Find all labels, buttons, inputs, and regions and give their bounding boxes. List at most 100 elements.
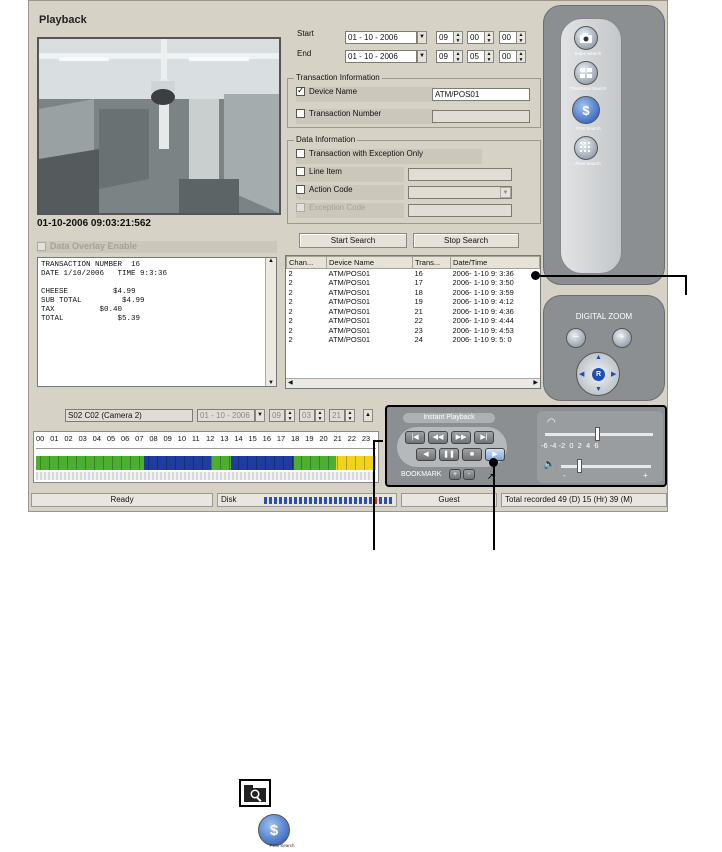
- reverse-play-button[interactable]: ◀: [416, 448, 436, 461]
- overlay-scrollbar[interactable]: ▲ ▼: [265, 258, 276, 386]
- zoom-reset-button[interactable]: R: [592, 368, 605, 381]
- pan-down-icon[interactable]: ▼: [595, 386, 602, 393]
- bookmark-remove-button[interactable]: -: [463, 469, 475, 480]
- transaction-number-checkbox[interactable]: [296, 109, 305, 119]
- timeline-hour-spinner[interactable]: ▲ ▼: [285, 409, 295, 422]
- timeline-min-spinner[interactable]: ▲ ▼: [315, 409, 325, 422]
- pan-left-icon[interactable]: ◀: [579, 370, 584, 378]
- zoom-out-button[interactable]: −: [566, 328, 586, 348]
- skip-start-button[interactable]: |◀: [405, 431, 425, 444]
- cell: 2: [288, 335, 293, 345]
- recording-tick: [265, 456, 266, 470]
- stop-button[interactable]: ■: [462, 448, 482, 461]
- bookmark-add-button[interactable]: +: [449, 469, 461, 480]
- start-search-button[interactable]: Start Search: [299, 233, 407, 248]
- timeline-min-field[interactable]: 03: [299, 409, 315, 422]
- action-code-select[interactable]: [408, 186, 512, 199]
- video-view[interactable]: [37, 37, 281, 215]
- transaction-number-input[interactable]: [432, 110, 530, 123]
- recording-tick: [67, 456, 68, 470]
- start-sec-field[interactable]: 00: [499, 31, 517, 44]
- table-row[interactable]: 2 ATM/POS01 24 2006- 1-10 9: 5: 0: [287, 335, 540, 345]
- speed-slider-thumb[interactable]: [595, 427, 600, 441]
- end-hour-field[interactable]: 09: [436, 50, 454, 63]
- device-name-input[interactable]: ATM/POS01: [432, 88, 530, 101]
- start-date-field[interactable]: 01 - 10 - 2006: [345, 31, 417, 44]
- table-row[interactable]: 2 ATM/POS01 17 2006- 1-10 9: 3:50: [287, 278, 540, 288]
- timeline-hour-label: 17: [276, 434, 286, 443]
- end-date-dropdown-icon[interactable]: ▼: [417, 50, 427, 63]
- volume-slider-thumb[interactable]: [577, 459, 582, 473]
- column-header-device[interactable]: Device Name: [326, 256, 413, 269]
- timeline-hour-label: 01: [50, 434, 59, 443]
- fast-forward-button[interactable]: ▶▶: [451, 431, 471, 444]
- timeline-date-field[interactable]: 01 - 10 - 2006: [197, 409, 255, 422]
- device-name-checkbox[interactable]: [296, 85, 305, 97]
- index-search-button[interactable]: [574, 26, 598, 50]
- end-sec-spinner[interactable]: ▲ ▼: [516, 50, 526, 63]
- recording-segment: [36, 456, 144, 470]
- line-item-input[interactable]: [408, 168, 512, 181]
- exception-code-checkbox[interactable]: [296, 203, 305, 213]
- column-header-channel[interactable]: Chan...: [286, 256, 327, 269]
- overlay-checkbox[interactable]: [37, 242, 46, 252]
- timeline-go-icon[interactable]: ▲: [363, 409, 373, 422]
- line-item-checkbox[interactable]: [296, 167, 305, 177]
- action-code-checkbox[interactable]: [296, 185, 305, 195]
- skip-end-button[interactable]: ▶|: [474, 431, 494, 444]
- recording-tick: [319, 456, 320, 470]
- end-min-field[interactable]: 05: [467, 50, 485, 63]
- column-header-transaction[interactable]: Trans...: [412, 256, 451, 269]
- column-header-datetime[interactable]: Date/Time: [450, 256, 540, 269]
- pan-right-icon[interactable]: ▶: [611, 370, 616, 378]
- start-hour-field[interactable]: 09: [436, 31, 454, 44]
- timeline-sec-spinner[interactable]: ▲ ▼: [345, 409, 355, 422]
- rewind-button[interactable]: ◀◀: [428, 431, 448, 444]
- timeline-scrollbar[interactable]: [36, 472, 376, 480]
- results-hscrollbar[interactable]: ◀ ▶: [286, 378, 540, 388]
- stop-search-button[interactable]: Stop Search: [413, 233, 519, 248]
- action-code-dropdown-icon[interactable]: ▼: [500, 187, 511, 198]
- device-name-label: Device Name: [309, 87, 358, 96]
- start-min-field[interactable]: 00: [467, 31, 485, 44]
- video-timestamp: 01-10-2006 09:03:21:562: [37, 218, 151, 229]
- end-date-field[interactable]: 01 - 10 - 2006: [345, 50, 417, 63]
- timeline-hour-label: 05: [106, 434, 116, 443]
- timeline-bar[interactable]: 00 01 02 03 04 05 06 07 08 09 10 11 12 13 14 15 16 17 18 19…: [33, 431, 379, 483]
- end-hour-spinner[interactable]: ▲ ▼: [453, 50, 463, 63]
- recording-strip[interactable]: [36, 456, 376, 470]
- table-row[interactable]: 2 ATM/POS01 19 2006- 1-10 9: 4:12: [287, 297, 540, 307]
- table-row[interactable]: 2 ATM/POS01 22 2006- 1-10 9: 4:44: [287, 316, 540, 326]
- start-hour-spinner[interactable]: ▲ ▼: [453, 31, 463, 44]
- timeline-sec-field[interactable]: 21: [329, 409, 345, 422]
- start-date-dropdown-icon[interactable]: ▼: [417, 31, 427, 44]
- table-row[interactable]: 2 ATM/POS01 16 2006- 1-10 9: 3:36: [287, 269, 540, 278]
- pause-button[interactable]: ❚❚: [439, 448, 459, 461]
- volume-slider[interactable]: [561, 465, 651, 468]
- start-min-spinner[interactable]: ▲ ▼: [484, 31, 494, 44]
- timeline-date-dropdown-icon[interactable]: ▼: [255, 409, 265, 422]
- end-sec-field[interactable]: 00: [499, 50, 517, 63]
- zoom-in-button[interactable]: +: [612, 328, 632, 348]
- pixel-search-button[interactable]: [574, 136, 598, 160]
- exception-code-input[interactable]: [408, 204, 512, 217]
- disk-block: [314, 497, 317, 504]
- table-row[interactable]: 2 ATM/POS01 23 2006- 1-10 9: 4:53: [287, 326, 540, 336]
- scroll-down-icon[interactable]: ▼: [266, 380, 276, 386]
- scroll-up-icon[interactable]: ▲: [266, 258, 276, 264]
- exception-only-checkbox[interactable]: [296, 149, 305, 159]
- pan-up-icon[interactable]: ▲: [595, 354, 602, 361]
- start-sec-spinner[interactable]: ▲ ▼: [516, 31, 526, 44]
- table-row[interactable]: 2 ATM/POS01 21 2006- 1-10 9: 4:36: [287, 307, 540, 317]
- camera-select[interactable]: S02 C02 (Camera 2): [65, 409, 193, 422]
- cell: 2006- 1-10 9: 4:44: [452, 316, 514, 326]
- cell: ATM/POS01: [328, 325, 371, 335]
- pos-search-button[interactable]: $: [572, 96, 600, 124]
- table-row[interactable]: 2 ATM/POS01 18 2006- 1-10 9: 3:59: [287, 288, 540, 298]
- pan-control[interactable]: ▲ ▼ ◀ ▶ R: [576, 352, 620, 396]
- scroll-left-icon[interactable]: ◀: [288, 379, 293, 386]
- timeline-hour-field[interactable]: 09: [269, 409, 285, 422]
- end-min-spinner[interactable]: ▲ ▼: [484, 50, 494, 63]
- thumbnail-search-button[interactable]: [574, 61, 598, 85]
- scroll-right-icon[interactable]: ▶: [533, 379, 538, 386]
